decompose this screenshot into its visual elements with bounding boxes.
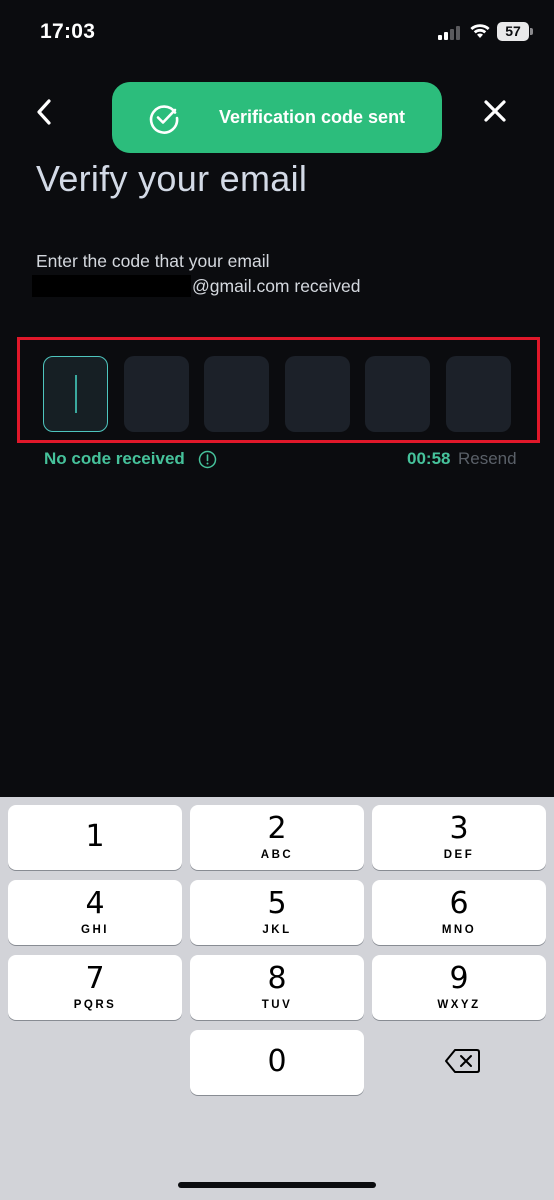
key-3-digit: 3 [449,811,469,846]
key-9-digit: 9 [449,961,469,996]
check-circle-icon [149,105,179,134]
key-9-letters: WXYZ [437,999,481,1011]
key-2-letters: ABC [260,849,294,861]
wifi-icon [470,24,490,38]
no-code-received-link[interactable]: No code received [44,449,185,469]
key-3[interactable]: 3 DEF [372,805,546,870]
key-4[interactable]: 4 GHI [8,880,182,945]
status-bar: 17:03 57 [0,0,554,66]
info-icon[interactable] [198,450,217,469]
key-7-letters: PQRS [73,999,117,1011]
key-0[interactable]: 0 [190,1030,364,1095]
key-0-digit: 0 [267,1044,287,1079]
key-7-digit: 7 [85,961,105,996]
key-1[interactable]: 1 [8,805,182,870]
key-9[interactable]: 9 WXYZ [372,955,546,1020]
key-7[interactable]: 7 PQRS [8,955,182,1020]
key-5-letters: JKL [262,924,292,936]
key-6-digit: 6 [449,886,469,921]
key-4-letters: GHI [81,924,109,936]
key-6-letters: MNO [441,924,477,936]
key-5-digit: 5 [267,886,287,921]
instruction-text: Enter the code that your email [36,251,270,271]
key-2[interactable]: 2 ABC [190,805,364,870]
otp-digit-4[interactable] [285,356,350,432]
backspace-icon[interactable] [444,1048,480,1074]
key-3-letters: DEF [443,849,475,861]
email-suffix: @gmail.com received [192,276,361,296]
otp-digit-1[interactable] [43,356,108,432]
battery-level: 57 [497,22,529,41]
home-indicator[interactable] [178,1182,376,1188]
key-5[interactable]: 5 JKL [190,880,364,945]
otp-digit-2[interactable] [124,356,189,432]
otp-digit-3[interactable] [204,356,269,432]
toast-verification-sent: Verification code sent [112,82,442,153]
toast-message: Verification code sent [219,107,406,127]
close-button[interactable] [478,94,512,128]
email-redaction [32,275,191,297]
otp-digit-5[interactable] [365,356,430,432]
status-time: 17:03 [40,20,96,43]
battery-nub [530,28,533,35]
back-button[interactable] [30,95,60,129]
otp-digit-6[interactable] [446,356,511,432]
key-6[interactable]: 6 MNO [372,880,546,945]
battery-indicator: 57 [497,22,533,41]
resend-button[interactable]: Resend [458,449,517,469]
page-title: Verify your email [36,158,308,199]
text-cursor [75,375,77,413]
cellular-signal-icon [438,26,460,40]
key-2-digit: 2 [267,811,287,846]
key-1-digit: 1 [85,819,105,854]
key-8[interactable]: 8 TUV [190,955,364,1020]
resend-countdown: 00:58 [407,449,451,468]
key-8-digit: 8 [267,961,287,996]
key-8-letters: TUV [261,999,293,1011]
key-4-digit: 4 [85,886,105,921]
